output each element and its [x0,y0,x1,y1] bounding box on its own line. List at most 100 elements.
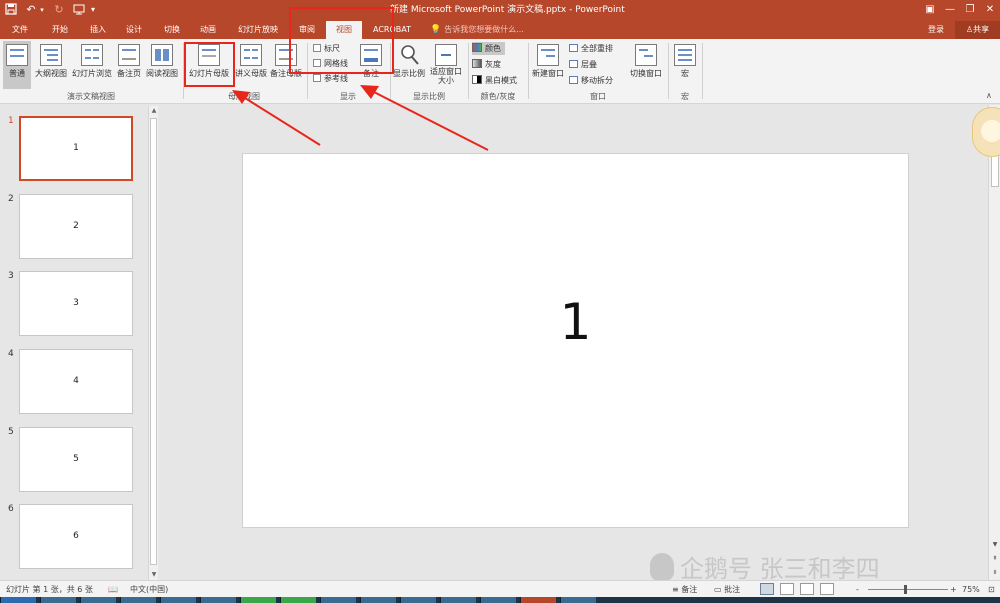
taskbar-app-icon[interactable] [40,597,76,603]
slide-title-text[interactable]: 1 [243,292,908,352]
scroll-down-icon[interactable]: ▼ [989,540,1000,550]
penguin-icon [650,553,674,581]
move-split-button[interactable]: 移动拆分 [569,74,613,87]
thumbnails-scrollbar[interactable]: ▲ ▼ [148,106,158,580]
taskbar-app-icon[interactable] [280,597,316,603]
start-slideshow-icon[interactable] [72,3,86,17]
language-status[interactable]: 中文(中国) [130,584,168,595]
taskbar-app-icon[interactable] [400,597,436,603]
zoom-level[interactable]: 75% [962,584,980,595]
switch-windows-button[interactable]: 切换窗口 [626,41,666,89]
handout-master-button[interactable]: 讲义母版 [234,41,268,89]
zoom-slider-thumb[interactable] [904,585,907,594]
slide-thumbnail[interactable]: 1 [19,116,133,181]
black-white-button[interactable]: 黑白模式 [472,74,517,87]
tab-file[interactable]: 文件 [2,21,38,39]
fit-to-window-label: 适应窗口大小 [430,67,462,85]
undo-icon[interactable]: ↶ [24,3,38,17]
guides-checkbox[interactable]: 参考线 [313,73,348,86]
zoom-in-button[interactable]: + [950,584,957,595]
save-icon[interactable] [4,3,18,17]
zoom-button[interactable]: 显示比例 [392,41,426,89]
spelling-icon[interactable]: 📖 [108,584,118,595]
arrange-all-button[interactable]: 全部重排 [569,42,613,55]
taskbar-app-icon[interactable] [560,597,596,603]
grayscale-button[interactable]: 灰度 [472,58,501,71]
slide-thumbnail[interactable]: 4 [19,349,133,414]
handout-master-label: 讲义母版 [235,69,267,78]
tell-me-search[interactable]: 💡 告诉我您想要做什么... [430,21,524,39]
taskbar-start-icon[interactable] [0,597,36,603]
cascade-button[interactable]: 层叠 [569,58,597,71]
redo-icon[interactable]: ↻ [52,3,66,17]
normal-view-button[interactable]: 普通 [3,41,31,89]
zoom-slider-track[interactable] [868,589,948,590]
taskbar-app-icon[interactable] [240,597,276,603]
close-button[interactable]: ✕ [982,2,998,18]
share-button[interactable]: ♙共享 [955,21,1000,39]
restore-button[interactable]: ❐ [962,2,978,18]
scrollbar-thumb[interactable] [150,118,157,565]
slide-thumbnail[interactable]: 2 [19,194,133,259]
person-icon: ♙ [965,25,974,34]
slide-number: 2 [8,194,14,204]
taskbar-app-icon[interactable] [440,597,476,603]
taskbar-app-icon[interactable] [120,597,156,603]
taskbar-app-icon[interactable] [480,597,516,603]
scroll-up-icon[interactable]: ▲ [149,106,159,116]
notes-page-button[interactable]: 备注页 [115,41,143,89]
fit-slide-icon[interactable]: ⊡ [988,584,995,595]
editor-scrollbar[interactable]: ▲ ▼ ⇞ ⇟ [988,105,1000,580]
outline-view-button[interactable]: 大纲视图 [33,41,69,89]
guides-label: 参考线 [324,74,348,83]
slide-thumbnail[interactable]: 5 [19,427,133,492]
minimize-button[interactable]: — [942,2,958,18]
next-slide-icon[interactable]: ⇟ [989,568,1000,578]
slide-sorter-button[interactable]: 幻灯片浏览 [70,41,114,89]
new-window-label: 新建窗口 [532,69,564,78]
taskbar-app-icon[interactable] [200,597,236,603]
tab-slideshow[interactable]: 幻灯片放映 [230,21,286,39]
notes-toggle[interactable]: ≡ 备注 [672,584,697,595]
notes-status-label: 备注 [681,585,698,594]
scroll-down-icon[interactable]: ▼ [149,570,159,580]
taskbar-app-icon[interactable] [80,597,116,603]
switch-windows-icon [635,44,657,66]
reading-view-status-icon[interactable] [800,583,814,595]
comments-toggle[interactable]: ▭ 批注 [714,584,740,595]
tab-transitions[interactable]: 切换 [154,21,190,39]
ribbon-display-options-icon[interactable]: ▣ [922,2,938,18]
fit-to-window-button[interactable]: 适应窗口大小 [428,41,464,89]
collapse-ribbon-icon[interactable]: ∧ [986,91,992,100]
taskbar-app-icon[interactable] [320,597,356,603]
floating-helper-icon[interactable] [972,107,1000,157]
color-button[interactable]: 颜色 [472,42,505,55]
slide-sorter-status-icon[interactable] [780,583,794,595]
slide-thumbnail[interactable]: 6 [19,504,133,569]
slideshow-status-icon[interactable] [820,583,834,595]
tab-animations[interactable]: 动画 [190,21,226,39]
tab-insert[interactable]: 插入 [80,21,116,39]
status-bar: 幻灯片 第 1 张，共 6 张 📖 中文(中国) ≡ 备注 ▭ 批注 - + 7… [0,580,1000,597]
previous-slide-icon[interactable]: ⇞ [989,554,1000,564]
undo-dropdown-icon[interactable]: ▾ [38,3,46,17]
normal-view-status-icon[interactable] [760,583,774,595]
new-window-button[interactable]: 新建窗口 [530,41,566,89]
zoom-group-label: 显示比例 [413,92,445,101]
customize-toolbar-icon[interactable]: ▾ [88,3,98,17]
share-label: 共享 [973,25,990,34]
macros-button[interactable]: 宏 [672,41,698,89]
tab-home[interactable]: 开始 [42,21,78,39]
reading-view-button[interactable]: 阅读视图 [144,41,180,89]
taskbar-powerpoint-icon[interactable] [520,597,556,603]
login-link[interactable]: 登录 [928,21,944,39]
slide-thumbnail[interactable]: 3 [19,271,133,336]
notes-page-icon [118,44,140,66]
taskbar-app-icon[interactable] [160,597,196,603]
current-slide[interactable]: 1 [242,153,909,528]
ribbon-view: 普通 大纲视图 幻灯片浏览 备注页 阅读视图 演示文稿视图 幻灯片母版 讲义母版 [0,39,1000,104]
tab-design[interactable]: 设计 [116,21,152,39]
taskbar-app-icon[interactable] [360,597,396,603]
zoom-out-button[interactable]: - [856,584,859,595]
handout-master-icon [240,44,262,66]
